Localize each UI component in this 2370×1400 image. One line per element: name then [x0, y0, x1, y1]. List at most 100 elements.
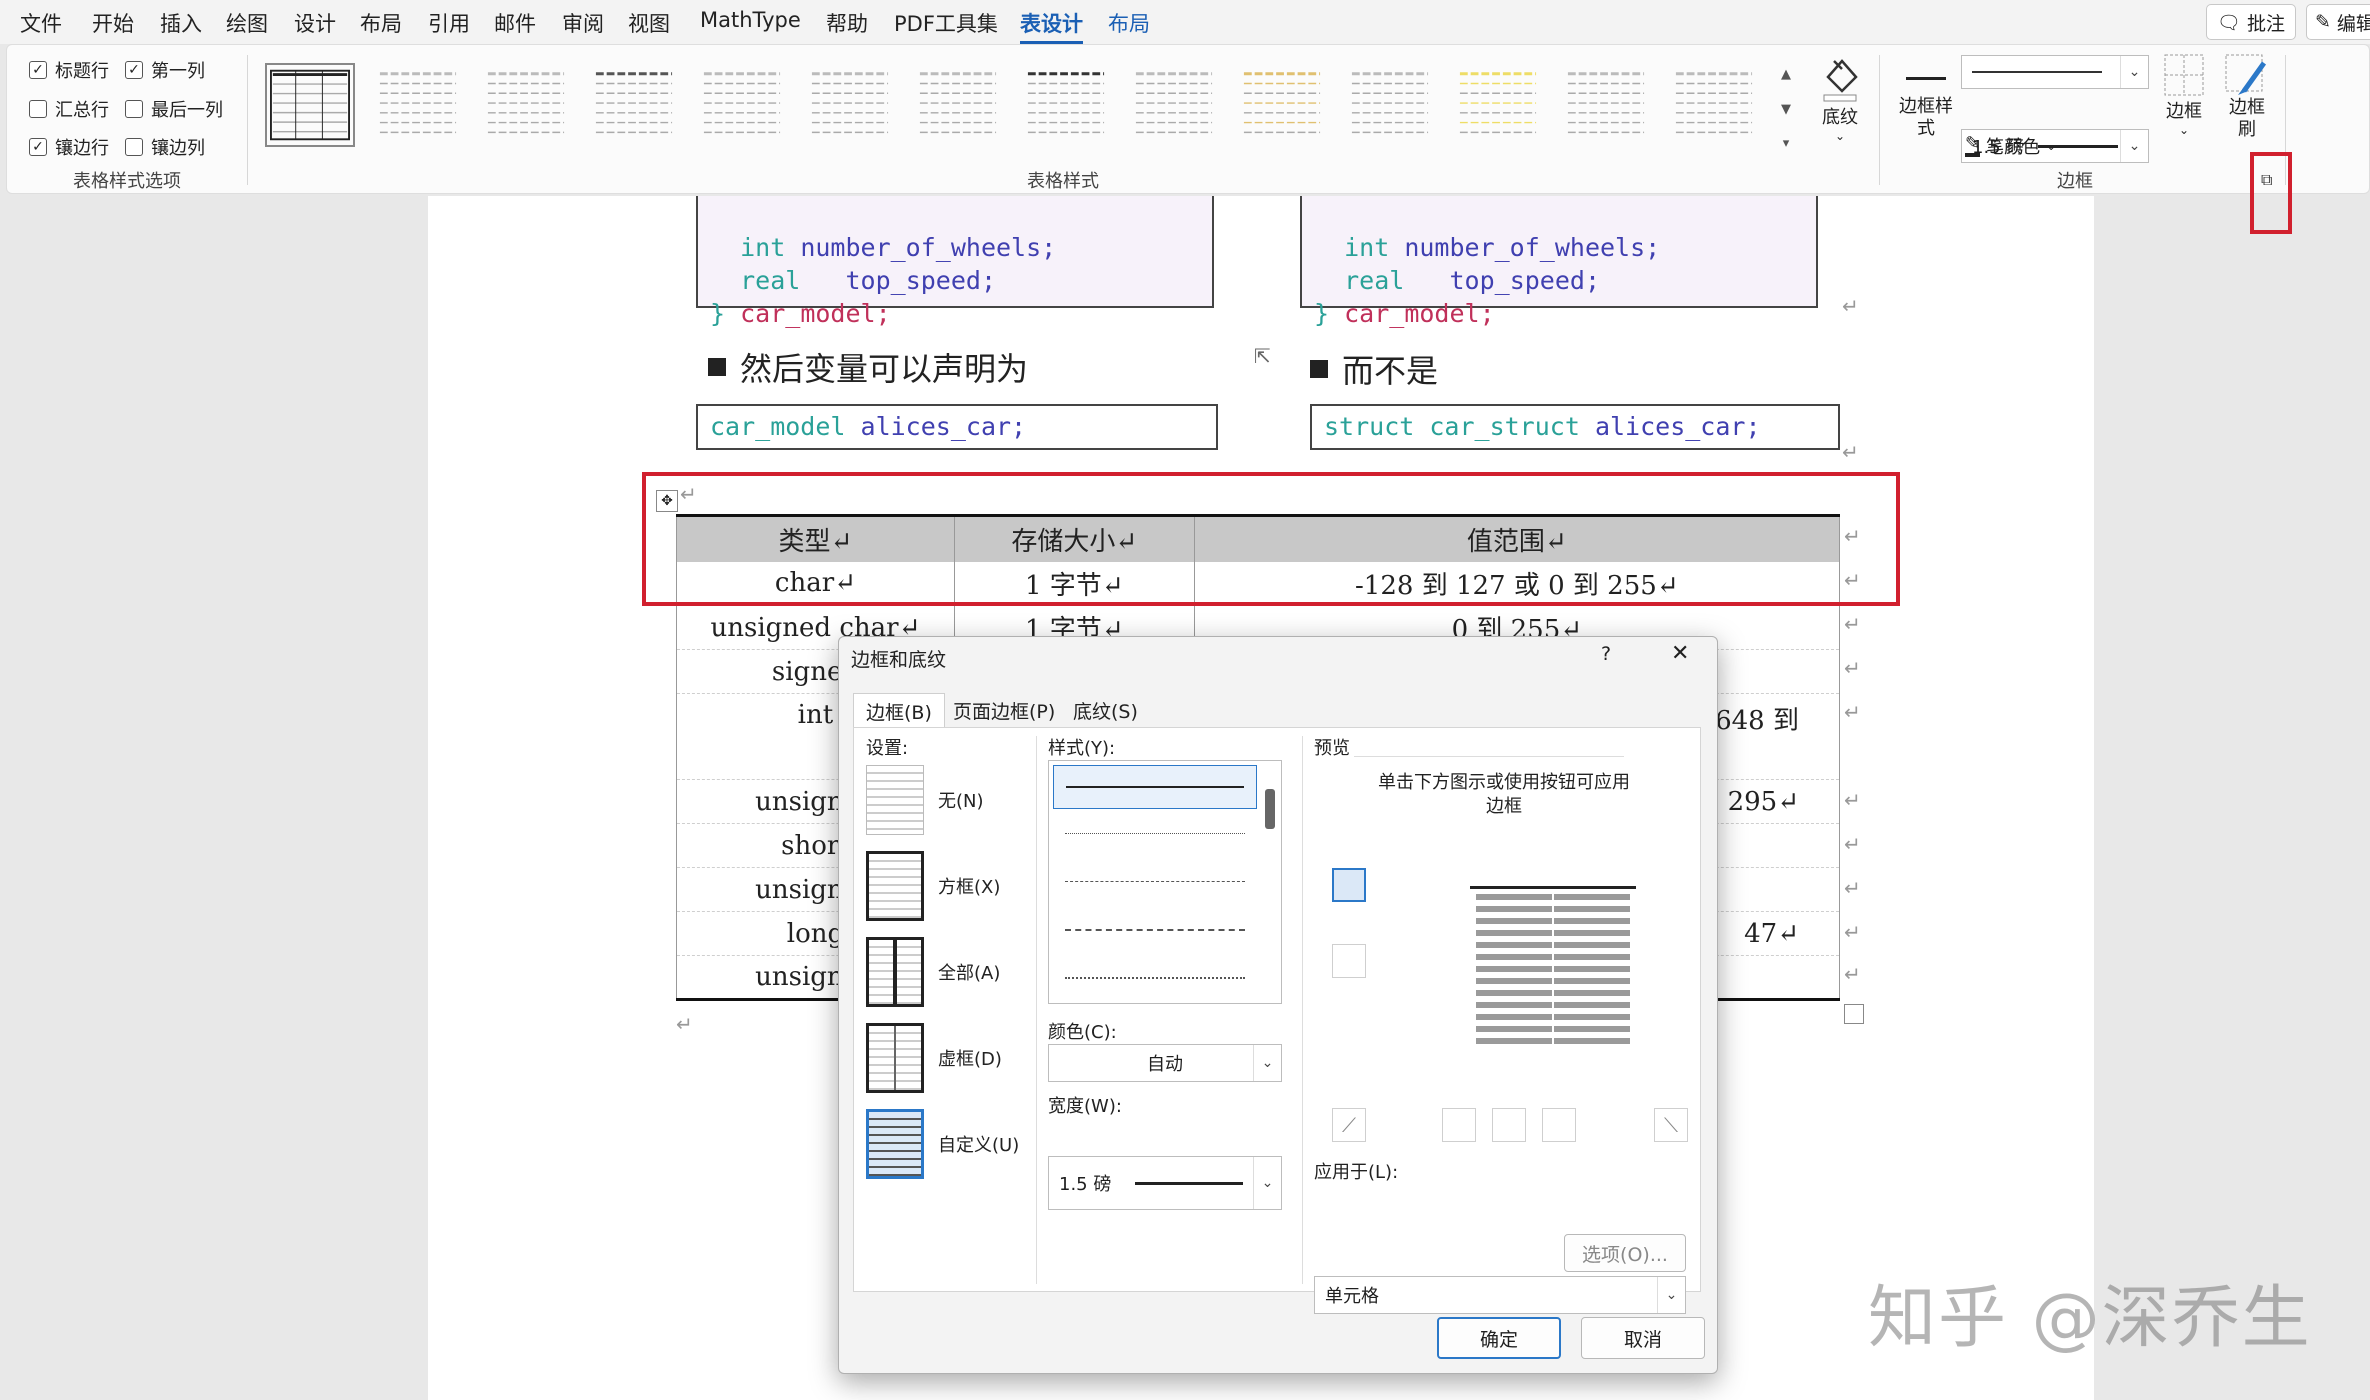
tab-shading[interactable]: 底纹(S)	[1061, 693, 1150, 727]
left-border-button[interactable]	[1442, 1108, 1476, 1142]
table-style-gallery[interactable]	[259, 45, 1789, 165]
header-row-checkbox[interactable]: ✓	[29, 61, 47, 79]
setting-box[interactable]: 方框(X)	[866, 846, 1036, 926]
first-column-checkbox[interactable]: ✓	[125, 61, 143, 79]
menu-layout[interactable]: 布局	[360, 8, 402, 38]
menu-pdf-tools[interactable]: PDF工具集	[894, 8, 998, 38]
row-end-mark: ↵	[1844, 612, 1861, 636]
diagonal-down-button[interactable]: ⟋	[1332, 1108, 1366, 1142]
chevron-up-icon[interactable]: ▲	[1781, 67, 1791, 82]
menu-mathtype[interactable]: MathType	[700, 8, 801, 32]
menu-file[interactable]: 文件	[20, 8, 62, 38]
setting-box-icon	[866, 851, 924, 921]
last-column-checkbox[interactable]	[125, 100, 143, 118]
pen-color-button[interactable]: ✎ 笔颜色 ⌄	[1965, 133, 2056, 159]
ok-button[interactable]: 确定	[1437, 1317, 1561, 1359]
row-end-mark: ↵	[1844, 656, 1861, 680]
dash-dot-line-sample[interactable]	[1065, 977, 1245, 979]
menu-table-design[interactable]: 表设计	[1020, 8, 1083, 44]
row-end-mark: ↵	[1844, 876, 1861, 900]
setting-grid[interactable]: 虚框(D)	[866, 1018, 1036, 1098]
cancel-button[interactable]: 取消	[1581, 1317, 1705, 1359]
banded-columns-checkbox[interactable]	[125, 138, 143, 156]
right-border-button[interactable]	[1542, 1108, 1576, 1142]
line-style-select[interactable]: ⌄	[1961, 55, 2149, 89]
table-style-option[interactable]	[1129, 63, 1219, 147]
table-style-icon	[919, 72, 997, 134]
table-style-option[interactable]	[481, 63, 571, 147]
option-last-column[interactable]: 最后一列	[125, 96, 223, 122]
dialog-launcher-icon[interactable]: ⧉	[2261, 170, 2272, 190]
inside-horizontal-button[interactable]	[1332, 944, 1366, 978]
table-style-icon	[1135, 72, 1213, 134]
option-header-row[interactable]: ✓ 标题行	[29, 57, 109, 83]
dashed-line-sample[interactable]	[1065, 881, 1245, 882]
borders-button[interactable]: 边框 ⌄	[2157, 53, 2211, 163]
table-style-option[interactable]	[1021, 63, 1111, 147]
width-select[interactable]: 1.5 磅 ⌄	[1048, 1156, 1282, 1210]
table-style-option[interactable]	[805, 63, 895, 147]
comments-button[interactable]: 🗨 批注	[2206, 4, 2296, 40]
menu-draw[interactable]: 绘图	[226, 8, 268, 38]
gallery-expand-icon[interactable]: ▾	[1783, 136, 1790, 151]
menu-help[interactable]: 帮助	[826, 8, 868, 38]
total-row-checkbox[interactable]	[29, 100, 47, 118]
setting-none[interactable]: 无(N)	[866, 760, 1036, 840]
setting-custom[interactable]: 自定义(U)	[866, 1104, 1036, 1184]
inside-vertical-button[interactable]	[1492, 1108, 1526, 1142]
menu-mailings[interactable]: 邮件	[494, 8, 536, 38]
border-styles-button[interactable]: 边框样式	[1895, 55, 1957, 165]
table-style-icon	[1675, 72, 1753, 134]
table-style-option[interactable]	[1669, 63, 1759, 147]
option-banded-columns[interactable]: 镶边列	[125, 134, 205, 160]
menu-design[interactable]: 设计	[294, 8, 336, 38]
shading-button[interactable]: 底纹 ⌄	[1813, 53, 1867, 163]
menu-insert[interactable]: 插入	[160, 8, 202, 38]
option-first-column[interactable]: ✓ 第一列	[125, 57, 205, 83]
option-total-row[interactable]: 汇总行	[29, 96, 109, 122]
apply-to-select[interactable]: 单元格 ⌄	[1314, 1276, 1686, 1314]
chevron-down-icon[interactable]: ▼	[1781, 102, 1791, 117]
help-button[interactable]: ?	[1601, 643, 1611, 665]
table-style-option[interactable]	[1453, 63, 1543, 147]
table-style-icon	[1567, 72, 1645, 134]
line-style-list[interactable]	[1048, 760, 1282, 1004]
banded-rows-checkbox[interactable]: ✓	[29, 138, 47, 156]
setting-all[interactable]: 全部(A)	[866, 932, 1036, 1012]
dotted-line-sample[interactable]	[1065, 833, 1245, 834]
tab-borders[interactable]: 边框(B)	[853, 693, 945, 727]
border-painter-button[interactable]: 边框刷	[2219, 53, 2275, 163]
top-border-button[interactable]	[1332, 868, 1366, 902]
line-style-selected[interactable]	[1053, 765, 1257, 809]
table-styles-group-label: 表格样式	[1027, 171, 1099, 192]
tab-page-border[interactable]: 页面边框(P)	[941, 693, 1067, 727]
table-resize-handle[interactable]	[1844, 1004, 1864, 1024]
list-scrollbar-thumb[interactable]	[1265, 789, 1275, 829]
table-style-option[interactable]	[913, 63, 1003, 147]
borders-shading-dialog: 边框和底纹 ? ✕ 边框(B) 页面边框(P) 底纹(S) 设置: 无(N) 方…	[838, 636, 1718, 1374]
long-dash-line-sample[interactable]	[1065, 929, 1245, 931]
menu-review[interactable]: 审阅	[562, 8, 604, 38]
table-style-option[interactable]	[1561, 63, 1651, 147]
option-banded-rows[interactable]: ✓ 镶边行	[29, 134, 109, 160]
gallery-scroll[interactable]: ▲ ▼ ▾	[1777, 67, 1795, 151]
menu-view[interactable]: 视图	[628, 8, 670, 38]
menu-home[interactable]: 开始	[92, 8, 134, 38]
table-style-option[interactable]	[1345, 63, 1435, 147]
options-button[interactable]: 选项(O)...	[1564, 1234, 1686, 1272]
close-icon[interactable]: ✕	[1671, 641, 1689, 666]
table-style-icon	[1459, 72, 1537, 134]
menu-table-layout[interactable]: 布局	[1108, 8, 1150, 38]
diagonal-up-button[interactable]: ⟍	[1654, 1108, 1688, 1142]
style-options-group-label: 表格样式选项	[73, 171, 181, 192]
table-style-option[interactable]	[265, 63, 355, 147]
table-style-option[interactable]	[697, 63, 787, 147]
preview-diagram[interactable]	[1446, 860, 1660, 1078]
editing-button[interactable]: ✎ 编辑	[2306, 4, 2370, 40]
table-style-option[interactable]	[1237, 63, 1327, 147]
table-style-option[interactable]	[373, 63, 463, 147]
color-select[interactable]: 自动 ⌄	[1048, 1044, 1282, 1082]
table-style-option[interactable]	[589, 63, 679, 147]
menu-references[interactable]: 引用	[428, 8, 470, 38]
chevron-down-icon: ⌄	[2120, 56, 2148, 88]
